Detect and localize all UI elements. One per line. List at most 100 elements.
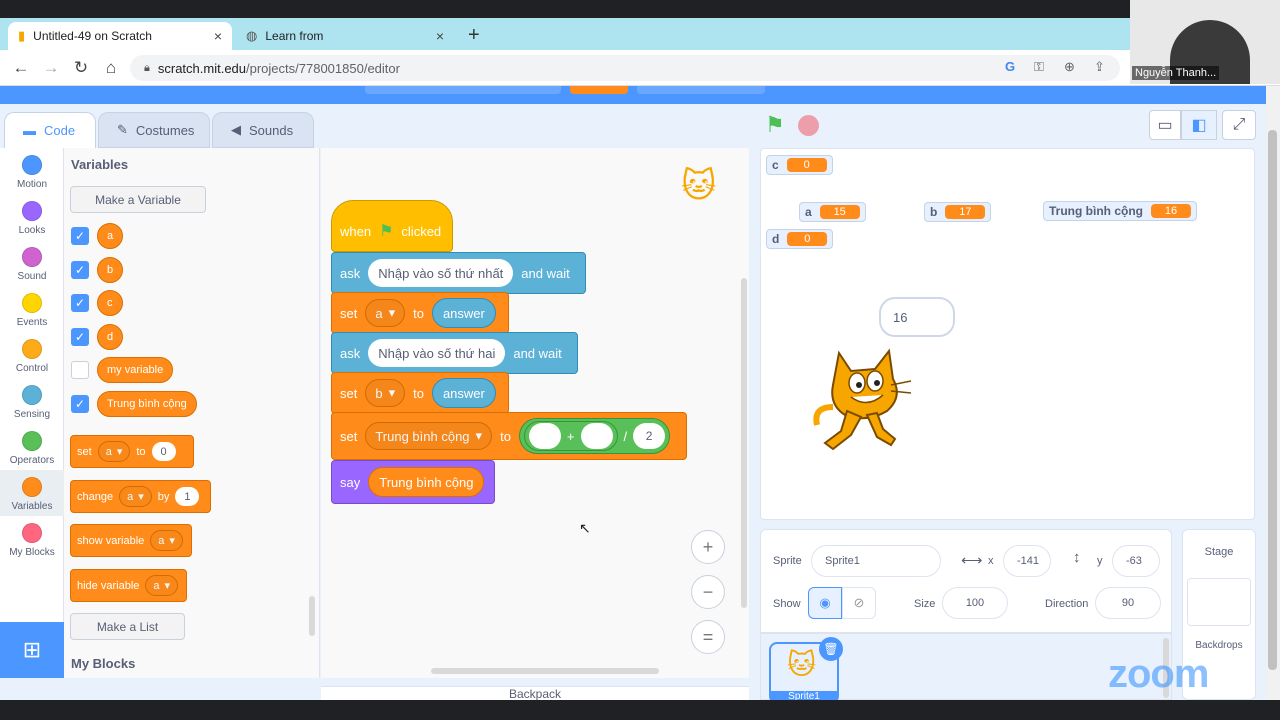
category-control[interactable]: Control bbox=[0, 332, 64, 378]
set-average-block[interactable]: set Trung bình cộng ▾ to + / 2 bbox=[331, 412, 687, 460]
dropdown-value: a bbox=[375, 305, 383, 321]
show-sprite-button[interactable]: ◉ bbox=[808, 587, 842, 619]
normal-stage-button[interactable]: ◧ bbox=[1181, 110, 1217, 140]
stop-button[interactable] bbox=[798, 115, 819, 136]
when-flag-clicked-block[interactable]: when ⚑ clicked bbox=[331, 200, 453, 252]
green-flag-button[interactable]: ⚑ bbox=[765, 112, 785, 138]
category-variables[interactable]: Variables bbox=[0, 470, 64, 516]
zoom-magnifier-icon[interactable]: ⊕ bbox=[1064, 59, 1075, 75]
workspace-vertical-scrollbar[interactable] bbox=[741, 278, 747, 608]
ask-text-input[interactable]: Nhập vào số thứ nhất bbox=[368, 259, 514, 287]
variable-dropdown[interactable]: a ▾ bbox=[150, 530, 183, 551]
variable-dropdown[interactable]: a ▾ bbox=[119, 486, 152, 507]
category-sensing[interactable]: Sensing bbox=[0, 378, 64, 424]
browser-tab-learn[interactable]: ◍ Learn from × bbox=[236, 22, 454, 50]
share-icon[interactable]: ⇪ bbox=[1094, 59, 1105, 75]
small-stage-button[interactable]: ▭ bbox=[1149, 110, 1181, 140]
plus-operator-block[interactable]: + bbox=[523, 421, 618, 451]
make-list-button[interactable]: Make a List bbox=[70, 613, 185, 640]
reload-button[interactable]: ↻ bbox=[70, 57, 92, 79]
add-extension-button[interactable]: ⊞ bbox=[0, 622, 64, 678]
close-tab-icon[interactable]: × bbox=[436, 28, 444, 44]
delete-sprite-button[interactable]: 🗑︎ bbox=[819, 637, 843, 661]
backdrop-thumbnail[interactable] bbox=[1187, 578, 1251, 626]
variable-checkbox-d[interactable]: ✓ bbox=[71, 328, 89, 346]
answer-reporter[interactable]: answer bbox=[431, 298, 496, 328]
see-project-page-button[interactable] bbox=[637, 86, 765, 94]
variable-dropdown[interactable]: Trung bình cộng ▾ bbox=[365, 422, 493, 450]
variable-reporter[interactable]: Trung bình cộng bbox=[368, 467, 485, 497]
variable-dropdown[interactable]: a ▾ bbox=[145, 575, 179, 596]
fullscreen-button[interactable]: ⤢ bbox=[1222, 110, 1256, 140]
variable-reporter-c[interactable]: c bbox=[97, 290, 123, 316]
category-events[interactable]: Events bbox=[0, 286, 64, 332]
zoom-in-button[interactable]: + bbox=[691, 530, 725, 564]
variable-checkbox-b[interactable]: ✓ bbox=[71, 261, 89, 279]
variable-checkbox-my-variable[interactable] bbox=[71, 361, 89, 379]
variable-dropdown[interactable]: a ▾ bbox=[365, 299, 406, 327]
variable-reporter-d[interactable]: d bbox=[97, 324, 124, 350]
page-scrollbar-thumb[interactable] bbox=[1268, 130, 1277, 670]
palette-change-block[interactable]: change a ▾ by 1 bbox=[70, 480, 211, 513]
set-a-block[interactable]: set a ▾ to answer bbox=[331, 292, 509, 334]
palette-hide-variable-block[interactable]: hide variable a ▾ bbox=[70, 569, 187, 602]
hide-sprite-button[interactable]: ⊘ bbox=[842, 587, 876, 619]
variable-dropdown[interactable]: b ▾ bbox=[365, 379, 406, 407]
code-workspace[interactable]: 🐱︎ when ⚑ clicked ask Nhập vào số thứ nh… bbox=[321, 148, 749, 678]
number-input[interactable]: 1 bbox=[175, 487, 200, 506]
category-sound[interactable]: Sound bbox=[0, 240, 64, 286]
category-motion[interactable]: Motion bbox=[0, 148, 64, 194]
tab-sounds[interactable]: ◀ Sounds bbox=[212, 112, 314, 148]
category-my-blocks[interactable]: My Blocks bbox=[0, 516, 64, 562]
ask-text-input[interactable]: Nhập vào số thứ hai bbox=[368, 339, 506, 367]
browser-tab-scratch[interactable]: ▮ Untitled-49 on Scratch × bbox=[8, 22, 232, 50]
category-looks[interactable]: Looks bbox=[0, 194, 64, 240]
make-variable-button[interactable]: Make a Variable bbox=[70, 186, 206, 213]
variable-reporter-a[interactable]: a bbox=[97, 223, 124, 249]
set-b-block[interactable]: set b ▾ to answer bbox=[331, 372, 509, 414]
workspace-horizontal-scrollbar[interactable] bbox=[431, 668, 659, 674]
zoom-reset-button[interactable]: = bbox=[691, 620, 725, 654]
new-tab-button[interactable]: + bbox=[468, 24, 480, 47]
number-input[interactable]: 2 bbox=[633, 423, 666, 449]
cat-sprite-icon[interactable] bbox=[811, 345, 915, 453]
empty-number-slot[interactable] bbox=[528, 423, 561, 449]
y-input[interactable]: -63 bbox=[1112, 545, 1160, 577]
share-button[interactable] bbox=[570, 86, 628, 94]
backpack-header[interactable]: Backpack bbox=[321, 686, 749, 701]
ask-block-2[interactable]: ask Nhập vào số thứ hai and wait bbox=[331, 332, 578, 374]
address-bar[interactable]: 🔒︎ scratch.mit.edu/projects/778001850/ed… bbox=[130, 55, 1120, 81]
number-input[interactable]: 0 bbox=[151, 442, 176, 461]
variable-checkbox-c[interactable]: ✓ bbox=[71, 294, 89, 312]
forward-button[interactable]: → bbox=[40, 57, 62, 79]
zoom-out-button[interactable]: − bbox=[691, 575, 725, 609]
ask-block-1[interactable]: ask Nhập vào số thứ nhất and wait bbox=[331, 252, 586, 294]
divide-operator-block[interactable]: + / 2 bbox=[518, 418, 671, 454]
stage[interactable]: c0 a 15 b 17 Trung bình cộng 16 d0 16 bbox=[760, 148, 1255, 520]
back-button[interactable]: ← bbox=[10, 57, 32, 79]
x-input[interactable]: -141 bbox=[1003, 545, 1051, 577]
tab-code[interactable]: ▬ Code bbox=[4, 112, 96, 148]
variable-reporter-my-variable[interactable]: my variable bbox=[97, 357, 174, 383]
direction-input[interactable]: 90 bbox=[1095, 587, 1161, 619]
close-tab-icon[interactable]: × bbox=[214, 28, 222, 44]
variable-checkbox-trung-binh-cong[interactable]: ✓ bbox=[71, 395, 89, 413]
project-title-field[interactable] bbox=[365, 86, 561, 94]
empty-number-slot[interactable] bbox=[580, 423, 613, 449]
say-block[interactable]: say Trung bình cộng bbox=[331, 460, 495, 504]
home-button[interactable]: ⌂ bbox=[100, 57, 122, 79]
key-icon[interactable]: ⚿ bbox=[1034, 59, 1044, 75]
variable-checkbox-a[interactable]: ✓ bbox=[71, 227, 89, 245]
palette-scrollbar[interactable] bbox=[309, 596, 315, 636]
google-icon[interactable]: G bbox=[1005, 59, 1015, 74]
tab-costumes[interactable]: ✎ Costumes bbox=[98, 112, 210, 148]
variable-reporter-trung-binh-cong[interactable]: Trung bình cộng bbox=[97, 391, 197, 417]
variable-dropdown[interactable]: a ▾ bbox=[97, 441, 131, 462]
palette-show-variable-block[interactable]: show variable a ▾ bbox=[70, 524, 192, 557]
variable-reporter-b[interactable]: b bbox=[97, 257, 124, 283]
sprite-name-input[interactable]: Sprite1 bbox=[811, 545, 941, 577]
size-input[interactable]: 100 bbox=[942, 587, 1008, 619]
answer-reporter[interactable]: answer bbox=[431, 378, 496, 408]
category-operators[interactable]: Operators bbox=[0, 424, 64, 470]
palette-set-block[interactable]: set a ▾ to 0 bbox=[70, 435, 194, 468]
